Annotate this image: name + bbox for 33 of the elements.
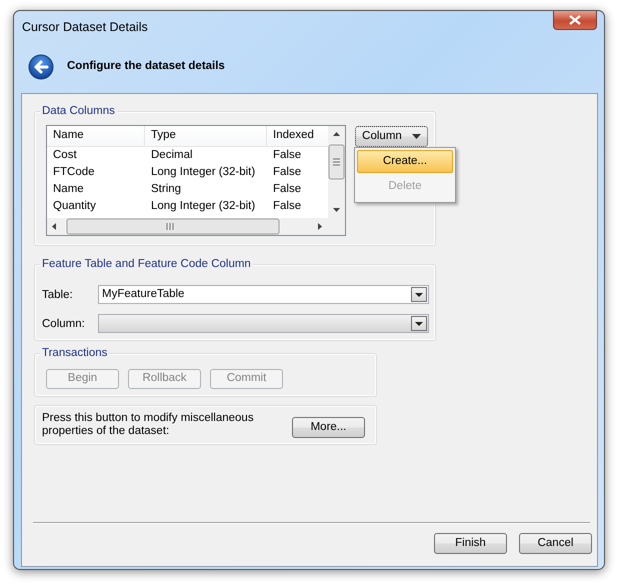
table-cell-text: False — [272, 198, 302, 214]
table-cell-text: String — [150, 182, 182, 197]
table-cell-text: False — [272, 182, 302, 197]
columns-list[interactable]: Name Type Indexed Cost Decimal False FTCode Long Integer (32-bit) False Name String False Quantity Long Integer (32-bit) False — [46, 125, 346, 236]
header-title: Configure the dataset details — [67, 59, 225, 74]
table-cell-text: Name — [52, 182, 85, 197]
table-cell-text: Decimal — [150, 148, 194, 163]
caret-icon — [415, 292, 423, 296]
caret-icon — [412, 134, 421, 139]
more-button[interactable]: More... — [292, 417, 365, 438]
footer-button[interactable]: Cancel — [519, 533, 592, 554]
vertical-scrollbar[interactable] — [328, 126, 345, 218]
table-cell-text: FTCode — [52, 164, 96, 180]
window-title: Cursor Dataset Details — [22, 19, 148, 36]
table-cell-text: Long Integer (32-bit) — [150, 164, 256, 180]
footer-button[interactable]: Finish — [434, 533, 507, 554]
menu-item[interactable]: Create... — [357, 150, 453, 173]
close-button[interactable] — [553, 11, 597, 30]
close-icon — [569, 15, 581, 25]
table-cell-text: Cost — [52, 148, 78, 163]
field-label: Column: — [42, 317, 85, 332]
back-button[interactable] — [28, 54, 54, 80]
table-cell-text: False — [272, 148, 302, 163]
column-header[interactable]: Name — [47, 126, 145, 146]
caret-icon — [415, 322, 423, 326]
description-text: Press this button to modify miscellaneous properties of the dataset: — [42, 412, 255, 438]
table-cell-text: Long Integer (32-bit) — [150, 198, 256, 214]
table-cell-text: Quantity — [52, 198, 97, 214]
column-dropdown-button[interactable]: Column — [355, 126, 428, 147]
combo-box[interactable]: MyFeatureTable — [98, 285, 429, 304]
field-label: Table: — [42, 288, 73, 303]
column-header[interactable]: Type — [145, 126, 267, 146]
table-cell-text: False — [272, 164, 302, 180]
